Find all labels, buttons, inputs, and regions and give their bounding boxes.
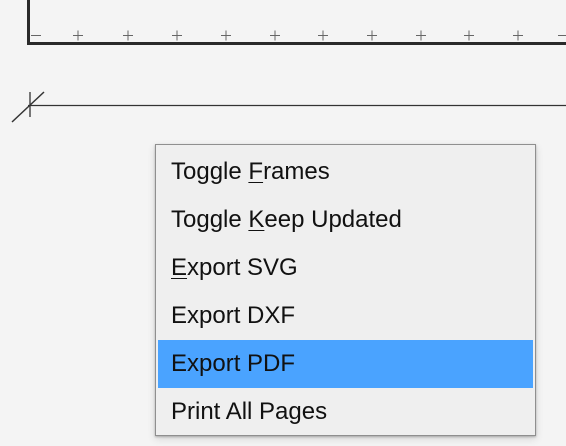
menu-item-label: xport SVG [187, 254, 298, 281]
menu-item-export-pdf[interactable]: Export PDF [158, 340, 533, 388]
menu-item-toggle-keep-updated[interactable]: Toggle Keep Updated [158, 196, 533, 244]
menu-item-label-prefix: Toggle [171, 206, 249, 233]
menu-item-export-dxf[interactable]: Export DXF [158, 292, 533, 340]
menu-item-label: rames [263, 158, 330, 185]
menu-item-print-all-pages[interactable]: Print All Pages [158, 388, 533, 436]
dimension-tick-slash-icon [11, 91, 45, 123]
menu-item-label: Export PDF [171, 350, 296, 377]
menu-item-mnemonic: E [171, 254, 188, 281]
menu-item-label: eep Updated [264, 206, 402, 233]
page-frame [27, 0, 566, 45]
menu-item-mnemonic: K [248, 206, 265, 233]
context-menu: Toggle Frames Toggle Keep Updated Export S… [155, 144, 536, 436]
grid-ticks [31, 30, 566, 41]
menu-item-label: Print All Pages [171, 398, 328, 425]
menu-item-label: Export DXF [171, 302, 296, 329]
menu-item-toggle-frames[interactable]: Toggle Frames [158, 148, 533, 196]
menu-item-label-prefix: Toggle [171, 158, 249, 185]
menu-item-mnemonic: F [248, 158, 264, 185]
dimension-line[interactable] [11, 91, 566, 123]
menu-item-export-svg[interactable]: Export SVG [158, 244, 533, 292]
